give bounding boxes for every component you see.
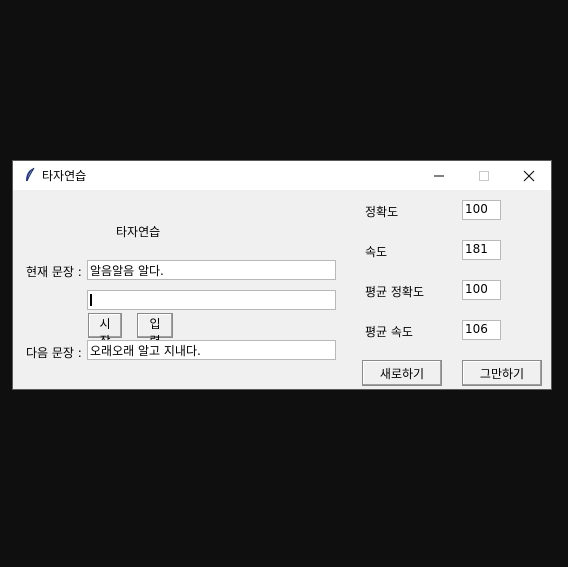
maximize-icon	[479, 171, 489, 181]
submit-button[interactable]: 입력	[137, 313, 173, 348]
typing-input[interactable]	[87, 290, 336, 310]
typing-practice-window: 타자연습 타자연습 현재 문장 : 알음알음 알다. 시작 입력 다음 문장 :…	[12, 160, 552, 390]
minimize-button[interactable]	[416, 161, 461, 190]
close-icon	[523, 170, 535, 182]
feather-icon	[23, 167, 37, 183]
accuracy-field: 100	[462, 200, 501, 220]
text-caret	[90, 294, 92, 306]
close-button[interactable]	[506, 161, 551, 190]
maximize-button[interactable]	[461, 161, 506, 190]
window-title: 타자연습	[42, 169, 87, 183]
next-sentence-field: 오래오래 알고 지내다.	[87, 340, 336, 360]
start-button[interactable]: 시작	[88, 313, 122, 348]
app-heading: 타자연습	[116, 225, 161, 239]
average-accuracy-label: 평균 정확도	[365, 285, 425, 299]
speed-field: 181	[462, 240, 501, 260]
quit-button[interactable]: 그만하기	[462, 360, 542, 386]
current-sentence-label: 현재 문장 :	[26, 265, 82, 279]
average-speed-label: 평균 속도	[365, 325, 413, 339]
average-speed-field: 106	[462, 320, 501, 340]
current-sentence-field: 알음알음 알다.	[87, 260, 336, 280]
speed-label: 속도	[365, 245, 388, 259]
next-sentence-label: 다음 문장 :	[26, 346, 82, 360]
refresh-button[interactable]: 새로하기	[362, 360, 442, 386]
title-bar[interactable]: 타자연습	[13, 161, 551, 190]
minimize-icon	[434, 175, 444, 177]
accuracy-label: 정확도	[365, 205, 399, 219]
average-accuracy-field: 100	[462, 280, 501, 300]
